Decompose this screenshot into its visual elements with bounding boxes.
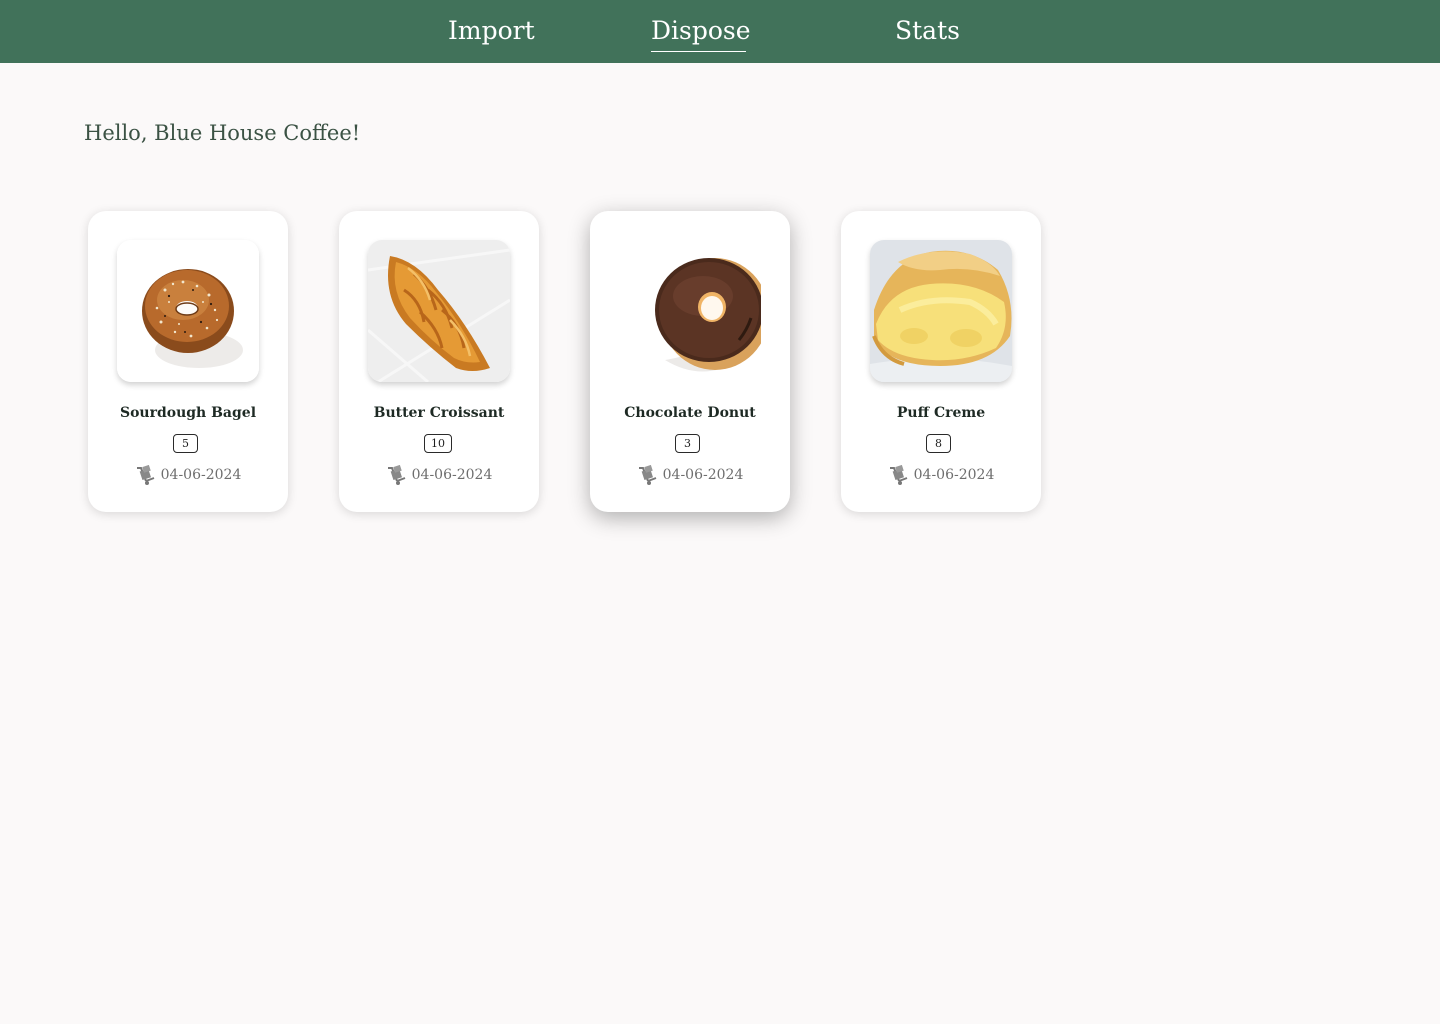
product-name: Sourdough Bagel (119, 405, 257, 421)
date-text: 04-06-2024 (411, 467, 493, 483)
nav-stats[interactable]: Stats (895, 14, 960, 52)
product-name: Butter Croissant (373, 405, 505, 421)
disposal-date: 04-06-2024 (339, 463, 539, 487)
product-card[interactable]: Sourdough Bagel 5 04-06-2024 (88, 211, 288, 512)
donut-image (619, 240, 761, 382)
disposal-date: 04-06-2024 (590, 463, 790, 487)
hand-truck-icon (637, 464, 658, 486)
date-text: 04-06-2024 (662, 467, 744, 483)
quantity-badge: 3 (675, 434, 700, 453)
quantity-badge: 8 (926, 434, 951, 453)
quantity-badge: 5 (173, 434, 198, 453)
date-text: 04-06-2024 (160, 467, 242, 483)
nav-dispose[interactable]: Dispose (651, 14, 751, 52)
product-card[interactable]: Puff Creme 8 04-06-2024 (841, 211, 1041, 512)
disposal-date: 04-06-2024 (841, 463, 1041, 487)
hand-truck-icon (386, 464, 407, 486)
product-name: Puff Creme (896, 405, 986, 421)
hand-truck-icon (135, 464, 156, 486)
product-card[interactable]: Chocolate Donut 3 04-06-2024 (590, 211, 790, 512)
bagel-image (117, 240, 259, 382)
disposal-date: 04-06-2024 (88, 463, 288, 487)
greeting-title: Hello, Blue House Coffee! (84, 121, 361, 145)
hand-truck-icon (888, 464, 909, 486)
product-card[interactable]: Butter Croissant 10 04-06-2024 (339, 211, 539, 512)
product-name: Chocolate Donut (624, 405, 756, 421)
cream-puff-image (870, 240, 1012, 382)
date-text: 04-06-2024 (913, 467, 995, 483)
croissant-image (368, 240, 510, 382)
top-nav-bar: Import Dispose Stats (0, 0, 1440, 63)
nav-import[interactable]: Import (448, 14, 535, 52)
quantity-badge: 10 (424, 434, 452, 453)
